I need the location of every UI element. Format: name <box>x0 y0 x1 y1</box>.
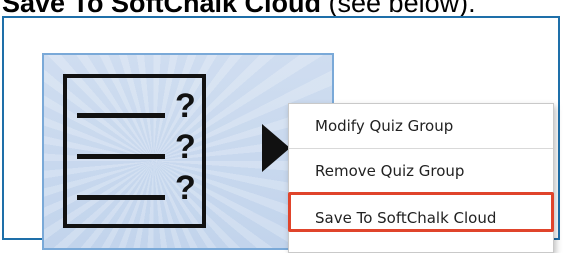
screenshot-frame: ? ? ? Modify Quiz Group Remove Quiz Grou… <box>2 16 560 253</box>
menu-item-modify-quiz-group[interactable]: Modify Quiz Group <box>289 104 553 148</box>
line-bar <box>77 195 165 200</box>
menu-item-remove-quiz-group[interactable]: Remove Quiz Group <box>289 149 553 193</box>
menu-arrow-icon[interactable] <box>262 124 290 172</box>
question-mark-icon: ? <box>175 169 196 207</box>
line-bar <box>77 113 165 118</box>
quiz-group-icon: ? ? ? <box>63 74 206 228</box>
question-mark-icon: ? <box>175 128 196 166</box>
highlight-box <box>288 192 554 232</box>
line-bar <box>77 154 165 159</box>
question-mark-icon: ? <box>175 87 196 125</box>
